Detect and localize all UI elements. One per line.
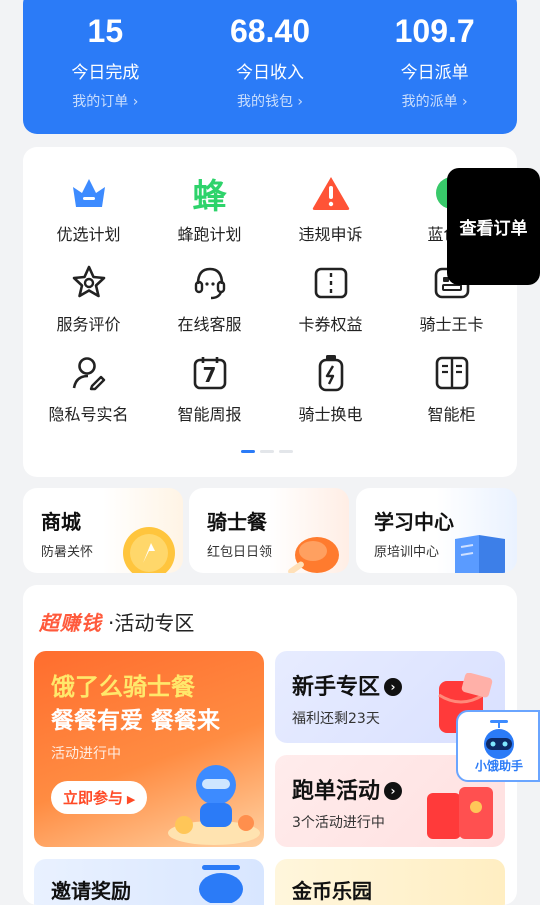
arrow-right-icon: › (384, 678, 403, 696)
bee-glyph: 蜂 (192, 176, 227, 217)
page-indicator (241, 450, 293, 453)
services-card: 优选计划 蜂 蜂跑计划 违规申诉 蓝色风 服务评价 (23, 147, 517, 477)
grid-item-label: 隐私号实名 (48, 405, 129, 424)
grid-item-locker[interactable]: 智能柜 (391, 353, 512, 435)
chicken-leg-icon (288, 537, 339, 573)
page-dot-active (241, 450, 255, 453)
mall-coin-icon (123, 527, 175, 573)
promo-learning[interactable]: 学习中心 原培训中心 (356, 488, 517, 573)
card-subtitle: 3个活动进行中 (292, 815, 385, 831)
page-dot (279, 450, 293, 453)
banner-status: 活动进行中 (51, 746, 121, 762)
locker-icon (432, 353, 472, 393)
view-orders-button[interactable]: 查看订单 (447, 168, 540, 285)
grid-item-label: 骑士换电 (298, 405, 363, 424)
stats-card: 15 今日完成 我的订单 68.40 今日收入 我的钱包 109.7 今日派单 … (23, 0, 517, 134)
card-title: 金币乐园 (292, 879, 372, 903)
calendar-glyph: 7 (202, 363, 217, 387)
stat-completed[interactable]: 15 今日完成 我的订单 (25, 12, 185, 134)
card-subtitle: 福利还剩23天 (292, 711, 380, 727)
card-title: 新手专区 › (292, 669, 403, 701)
warning-icon (311, 173, 351, 213)
grid-item-label: 服务评价 (56, 315, 121, 334)
arrow-right-icon: › (384, 782, 403, 800)
headset-icon (190, 263, 230, 303)
grid-item-weekly[interactable]: 7 智能周报 (149, 353, 270, 435)
rider-mascot-illustration (168, 765, 260, 845)
grid-item-review[interactable]: 服务评价 (28, 263, 149, 345)
assistant-button[interactable]: 小饿助手 (456, 710, 540, 782)
banner-slogan: 餐餐有爱 餐餐来 (51, 708, 221, 734)
stat-value: 68.40 (229, 13, 311, 49)
coin-park-card[interactable]: 金币乐园 (275, 859, 505, 905)
stat-value: 109.7 (394, 13, 475, 49)
grid-item-label: 在线客服 (177, 315, 242, 334)
activity-brand: 超赚钱 (39, 611, 102, 635)
invite-mascot-icon (199, 865, 243, 903)
join-now-button[interactable]: 立即参与 (51, 781, 148, 814)
stat-link[interactable]: 我的订单 (25, 91, 185, 111)
grid-item-label: 蜂跑计划 (177, 225, 242, 244)
promo-mall[interactable]: 商城 防暑关怀 (23, 488, 183, 573)
stat-label: 今日派单 (400, 63, 469, 83)
grid-item-support[interactable]: 在线客服 (149, 263, 270, 345)
stat-value: 15 (87, 13, 124, 49)
grid-item-privacy[interactable]: 隐私号实名 (28, 353, 149, 435)
bee-icon: 蜂 (190, 173, 230, 217)
card-title-text: 新手专区 (292, 675, 381, 700)
promo-title: 学习中心 (374, 510, 454, 534)
promo-title: 商城 (41, 510, 81, 534)
grid-item-appeal[interactable]: 违规申诉 (270, 173, 391, 255)
activity-section: 超赚钱 ·活动专区 饿了么骑士餐 餐餐有爱 餐餐来 活动进行中 立即参与 新手专… (23, 585, 517, 905)
card-title-text: 跑单活动 (292, 779, 381, 804)
page-dot (260, 450, 274, 453)
stat-income[interactable]: 68.40 今日收入 我的钱包 (190, 12, 350, 134)
view-orders-label: 查看订单 (459, 219, 528, 239)
stat-dispatch[interactable]: 109.7 今日派单 我的派单 (355, 12, 515, 134)
coupon-icon (311, 263, 351, 303)
grid-item-label: 智能周报 (177, 405, 242, 424)
robot-assistant-icon (484, 720, 514, 759)
card-title: 跑单活动 › (292, 773, 403, 805)
grid-item-battery[interactable]: 骑士换电 (270, 353, 391, 435)
battery-icon (311, 353, 351, 393)
promo-subtitle: 红包日日领 (207, 545, 273, 560)
grid-item-label: 骑士王卡 (419, 315, 484, 334)
crown-icon (69, 173, 109, 213)
calendar-icon: 7 (190, 353, 230, 393)
grid-item-label: 卡券权益 (298, 315, 363, 334)
invite-reward-card[interactable]: 邀请奖励 (34, 859, 264, 905)
card-title: 邀请奖励 (51, 879, 131, 903)
promo-title: 骑士餐 (207, 510, 267, 534)
stat-label: 今日完成 (71, 63, 140, 83)
activity-heading: ·活动专区 (108, 611, 195, 635)
grid-item-coupon[interactable]: 卡券权益 (270, 263, 391, 345)
book-icon (455, 535, 505, 573)
grid-item-label: 违规申诉 (298, 225, 363, 244)
banner-title: 饿了么骑士餐 (51, 673, 195, 701)
red-packets-icon (427, 787, 493, 839)
stat-label: 今日收入 (235, 63, 304, 83)
knight-meal-banner[interactable]: 饿了么骑士餐 餐餐有爱 餐餐来 活动进行中 立即参与 (34, 651, 264, 847)
grid-item-label: 智能柜 (427, 405, 476, 424)
promo-subtitle: 原培训中心 (374, 545, 440, 560)
activity-title: 超赚钱 ·活动专区 (39, 607, 194, 636)
services-grid: 优选计划 蜂 蜂跑计划 违规申诉 蓝色风 服务评价 (28, 173, 512, 435)
promo-meal[interactable]: 骑士餐 红包日日领 (189, 488, 349, 573)
stat-link[interactable]: 我的派单 (355, 91, 515, 111)
star-icon (69, 263, 109, 303)
grid-item-label: 优选计划 (56, 225, 121, 244)
assistant-label: 小饿助手 (474, 759, 523, 773)
grid-item-fengpao[interactable]: 蜂 蜂跑计划 (149, 173, 270, 255)
grid-item-youxuan[interactable]: 优选计划 (28, 173, 149, 255)
promo-subtitle: 防暑关怀 (41, 545, 94, 560)
stat-link[interactable]: 我的钱包 (190, 91, 350, 111)
user-edit-icon (69, 353, 109, 393)
